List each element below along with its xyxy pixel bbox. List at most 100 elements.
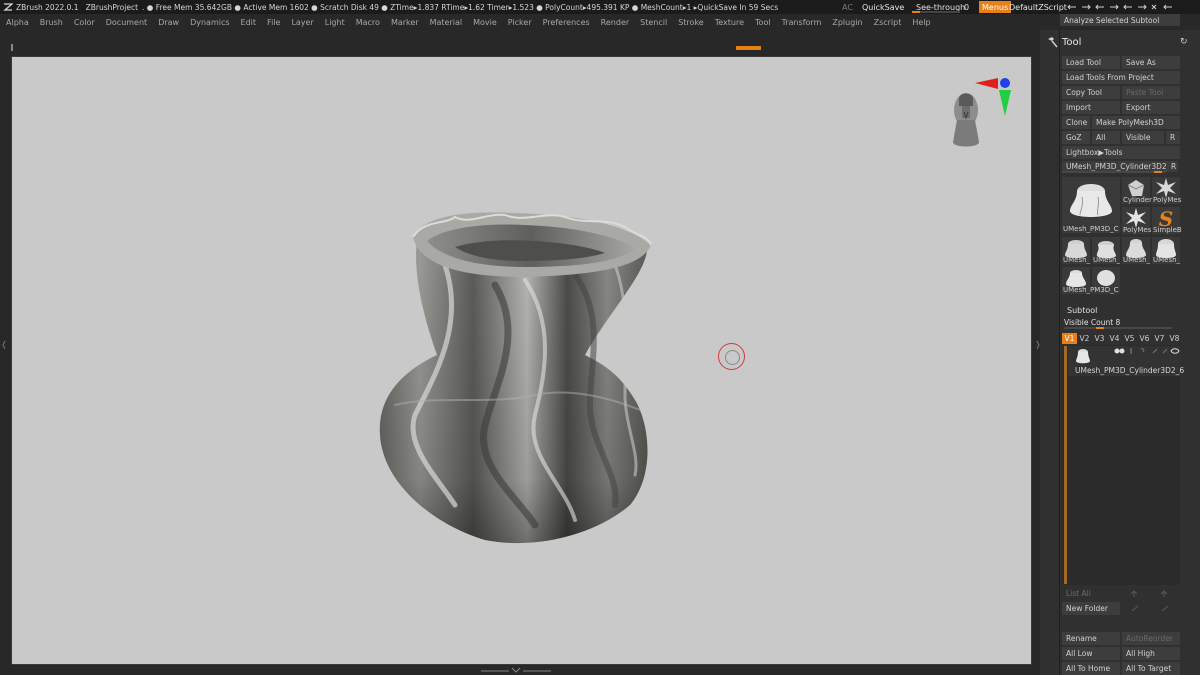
all-to-home-button[interactable]: All To Home xyxy=(1062,662,1120,675)
menu-draw[interactable]: Draw xyxy=(152,18,184,27)
menu-layer[interactable]: Layer xyxy=(285,18,318,27)
main-menu-bar: Alpha Brush Color Document Draw Dynamics… xyxy=(0,15,1040,30)
menu-macro[interactable]: Macro xyxy=(350,18,385,27)
visibility-tab-v5[interactable]: V5 xyxy=(1122,333,1137,344)
navigation-gizmo[interactable] xyxy=(945,76,1015,156)
window-control-icons[interactable] xyxy=(1066,0,1194,14)
brush-cursor xyxy=(718,343,745,370)
all-to-target-button[interactable]: All To Target xyxy=(1122,662,1180,675)
menu-edit[interactable]: Edit xyxy=(235,18,262,27)
see-through-slider[interactable]: See-through 0 xyxy=(912,0,974,14)
save-as-button[interactable]: Save As xyxy=(1122,56,1180,69)
refresh-icon[interactable]: ↻ xyxy=(1180,37,1188,47)
visibility-tab-v7[interactable]: V7 xyxy=(1152,333,1167,344)
tool-thumb-umesh-3-label: UMesh_ xyxy=(1123,256,1151,264)
tool-thumb-main-label: UMesh_PM3D_C xyxy=(1063,225,1119,233)
visible-count-slider[interactable]: Visible Count 8 xyxy=(1064,318,1120,327)
new-folder-button[interactable]: New Folder xyxy=(1062,602,1120,615)
import-button[interactable]: Import xyxy=(1062,101,1120,114)
menu-zplugin[interactable]: Zplugin xyxy=(826,18,867,27)
subtool-thumb-icon xyxy=(1076,349,1090,364)
current-tool-r-button[interactable]: R xyxy=(1167,161,1178,172)
tool-hammer-icon xyxy=(1048,37,1058,48)
subtool-list-scrollbar[interactable] xyxy=(1064,346,1067,584)
tool-thumb-umesh-4-label: UMesh_ xyxy=(1153,256,1181,264)
menu-help[interactable]: Help xyxy=(906,18,935,27)
left-tray-handle[interactable] xyxy=(2,335,6,355)
subtool-row-controls[interactable] xyxy=(1113,347,1181,355)
goz-r-button[interactable]: R xyxy=(1166,131,1180,144)
all-low-button[interactable]: All Low xyxy=(1062,647,1120,660)
see-through-fill xyxy=(912,11,920,13)
menu-light[interactable]: Light xyxy=(319,18,350,27)
default-zscript-button[interactable]: DefaultZScript xyxy=(1009,0,1067,14)
tool-thumb-simplebrush-label: SimpleB xyxy=(1153,226,1182,234)
lightbox-tools-button[interactable]: Lightbox▶Tools xyxy=(1062,146,1180,159)
goz-button[interactable]: GoZ xyxy=(1062,131,1090,144)
auto-reorder-button[interactable]: AutoReorder xyxy=(1122,632,1180,645)
quicksave-button[interactable]: QuickSave xyxy=(862,0,904,14)
menu-tool[interactable]: Tool xyxy=(749,18,776,27)
z-axis-sphere-icon xyxy=(1000,78,1010,88)
zbrush-logo-icon xyxy=(3,2,14,12)
visibility-tab-v3[interactable]: V3 xyxy=(1092,333,1107,344)
menu-stroke[interactable]: Stroke xyxy=(672,18,709,27)
menu-material[interactable]: Material xyxy=(424,18,468,27)
menu-texture[interactable]: Texture xyxy=(709,18,749,27)
analyze-selected-subtool-button[interactable]: Analyze Selected Subtool xyxy=(1060,14,1180,26)
tool-thumb-cylinder-label: Cylinder xyxy=(1123,196,1152,204)
menu-preferences[interactable]: Preferences xyxy=(537,18,595,27)
visible-count-track xyxy=(1064,327,1172,329)
visibility-tab-v4[interactable]: V4 xyxy=(1107,333,1122,344)
menu-alpha[interactable]: Alpha xyxy=(0,18,34,27)
visibility-tab-v1[interactable]: V1 xyxy=(1062,333,1077,344)
subtool-arrow-down-icons[interactable] xyxy=(1130,604,1170,613)
export-button[interactable]: Export xyxy=(1122,101,1180,114)
menu-render[interactable]: Render xyxy=(595,18,634,27)
clone-button[interactable]: Clone xyxy=(1062,116,1090,129)
visibility-tab-v2[interactable]: V2 xyxy=(1077,333,1092,344)
menu-color[interactable]: Color xyxy=(68,18,100,27)
ac-toggle[interactable]: AC xyxy=(842,0,853,14)
all-high-button[interactable]: All High xyxy=(1122,647,1180,660)
x-axis-arrow-icon xyxy=(975,78,998,89)
top-shelf-toggle[interactable] xyxy=(736,46,761,50)
document-tab-marker xyxy=(11,44,13,51)
subtool-arrow-up-icons[interactable] xyxy=(1130,589,1170,598)
make-polymesh3d-button[interactable]: Make PolyMesh3D xyxy=(1092,116,1180,129)
menu-file[interactable]: File xyxy=(261,18,285,27)
menu-zscript[interactable]: Zscript xyxy=(868,18,907,27)
list-all-button[interactable]: List All xyxy=(1062,587,1120,600)
rename-button[interactable]: Rename xyxy=(1062,632,1120,645)
menu-picker[interactable]: Picker xyxy=(502,18,537,27)
system-stats: . ● Free Mem 35.642GB ● Active Mem 1602 … xyxy=(142,2,779,12)
menu-document[interactable]: Document xyxy=(100,18,152,27)
menu-transform[interactable]: Transform xyxy=(776,18,827,27)
copy-tool-button[interactable]: Copy Tool xyxy=(1062,86,1120,99)
menu-brush[interactable]: Brush xyxy=(34,18,68,27)
visible-count-fill xyxy=(1096,327,1104,329)
goz-visible-button[interactable]: Visible xyxy=(1122,131,1164,144)
menu-movie[interactable]: Movie xyxy=(467,18,502,27)
vase-thumb-icon xyxy=(1070,184,1112,217)
menu-stencil[interactable]: Stencil xyxy=(634,18,672,27)
head-gizmo-icon xyxy=(953,93,979,147)
subtool-subpalette-title[interactable]: Subtool xyxy=(1067,306,1097,315)
vase-mesh-model[interactable] xyxy=(375,205,655,550)
load-tools-from-project-button[interactable]: Load Tools From Project xyxy=(1062,71,1180,84)
visibility-tab-v6[interactable]: V6 xyxy=(1137,333,1152,344)
menu-marker[interactable]: Marker xyxy=(385,18,424,27)
menu-dynamics[interactable]: Dynamics xyxy=(184,18,234,27)
menus-toggle[interactable]: Menus xyxy=(979,1,1012,13)
tool-palette-title[interactable]: Tool xyxy=(1062,37,1081,48)
subtool-list[interactable] xyxy=(1062,345,1180,585)
goz-all-button[interactable]: All xyxy=(1092,131,1120,144)
load-tool-button[interactable]: Load Tool xyxy=(1062,56,1120,69)
app-name: ZBrush 2022.0.1 xyxy=(16,2,79,12)
bottom-tray-handle[interactable] xyxy=(481,667,551,673)
y-axis-arrow-icon xyxy=(999,90,1011,116)
paste-tool-button[interactable]: Paste Tool xyxy=(1122,86,1180,99)
project-name: ZBrushProject xyxy=(85,2,139,12)
visibility-tab-v8[interactable]: V8 xyxy=(1167,333,1182,344)
eye-icon xyxy=(1170,348,1180,354)
